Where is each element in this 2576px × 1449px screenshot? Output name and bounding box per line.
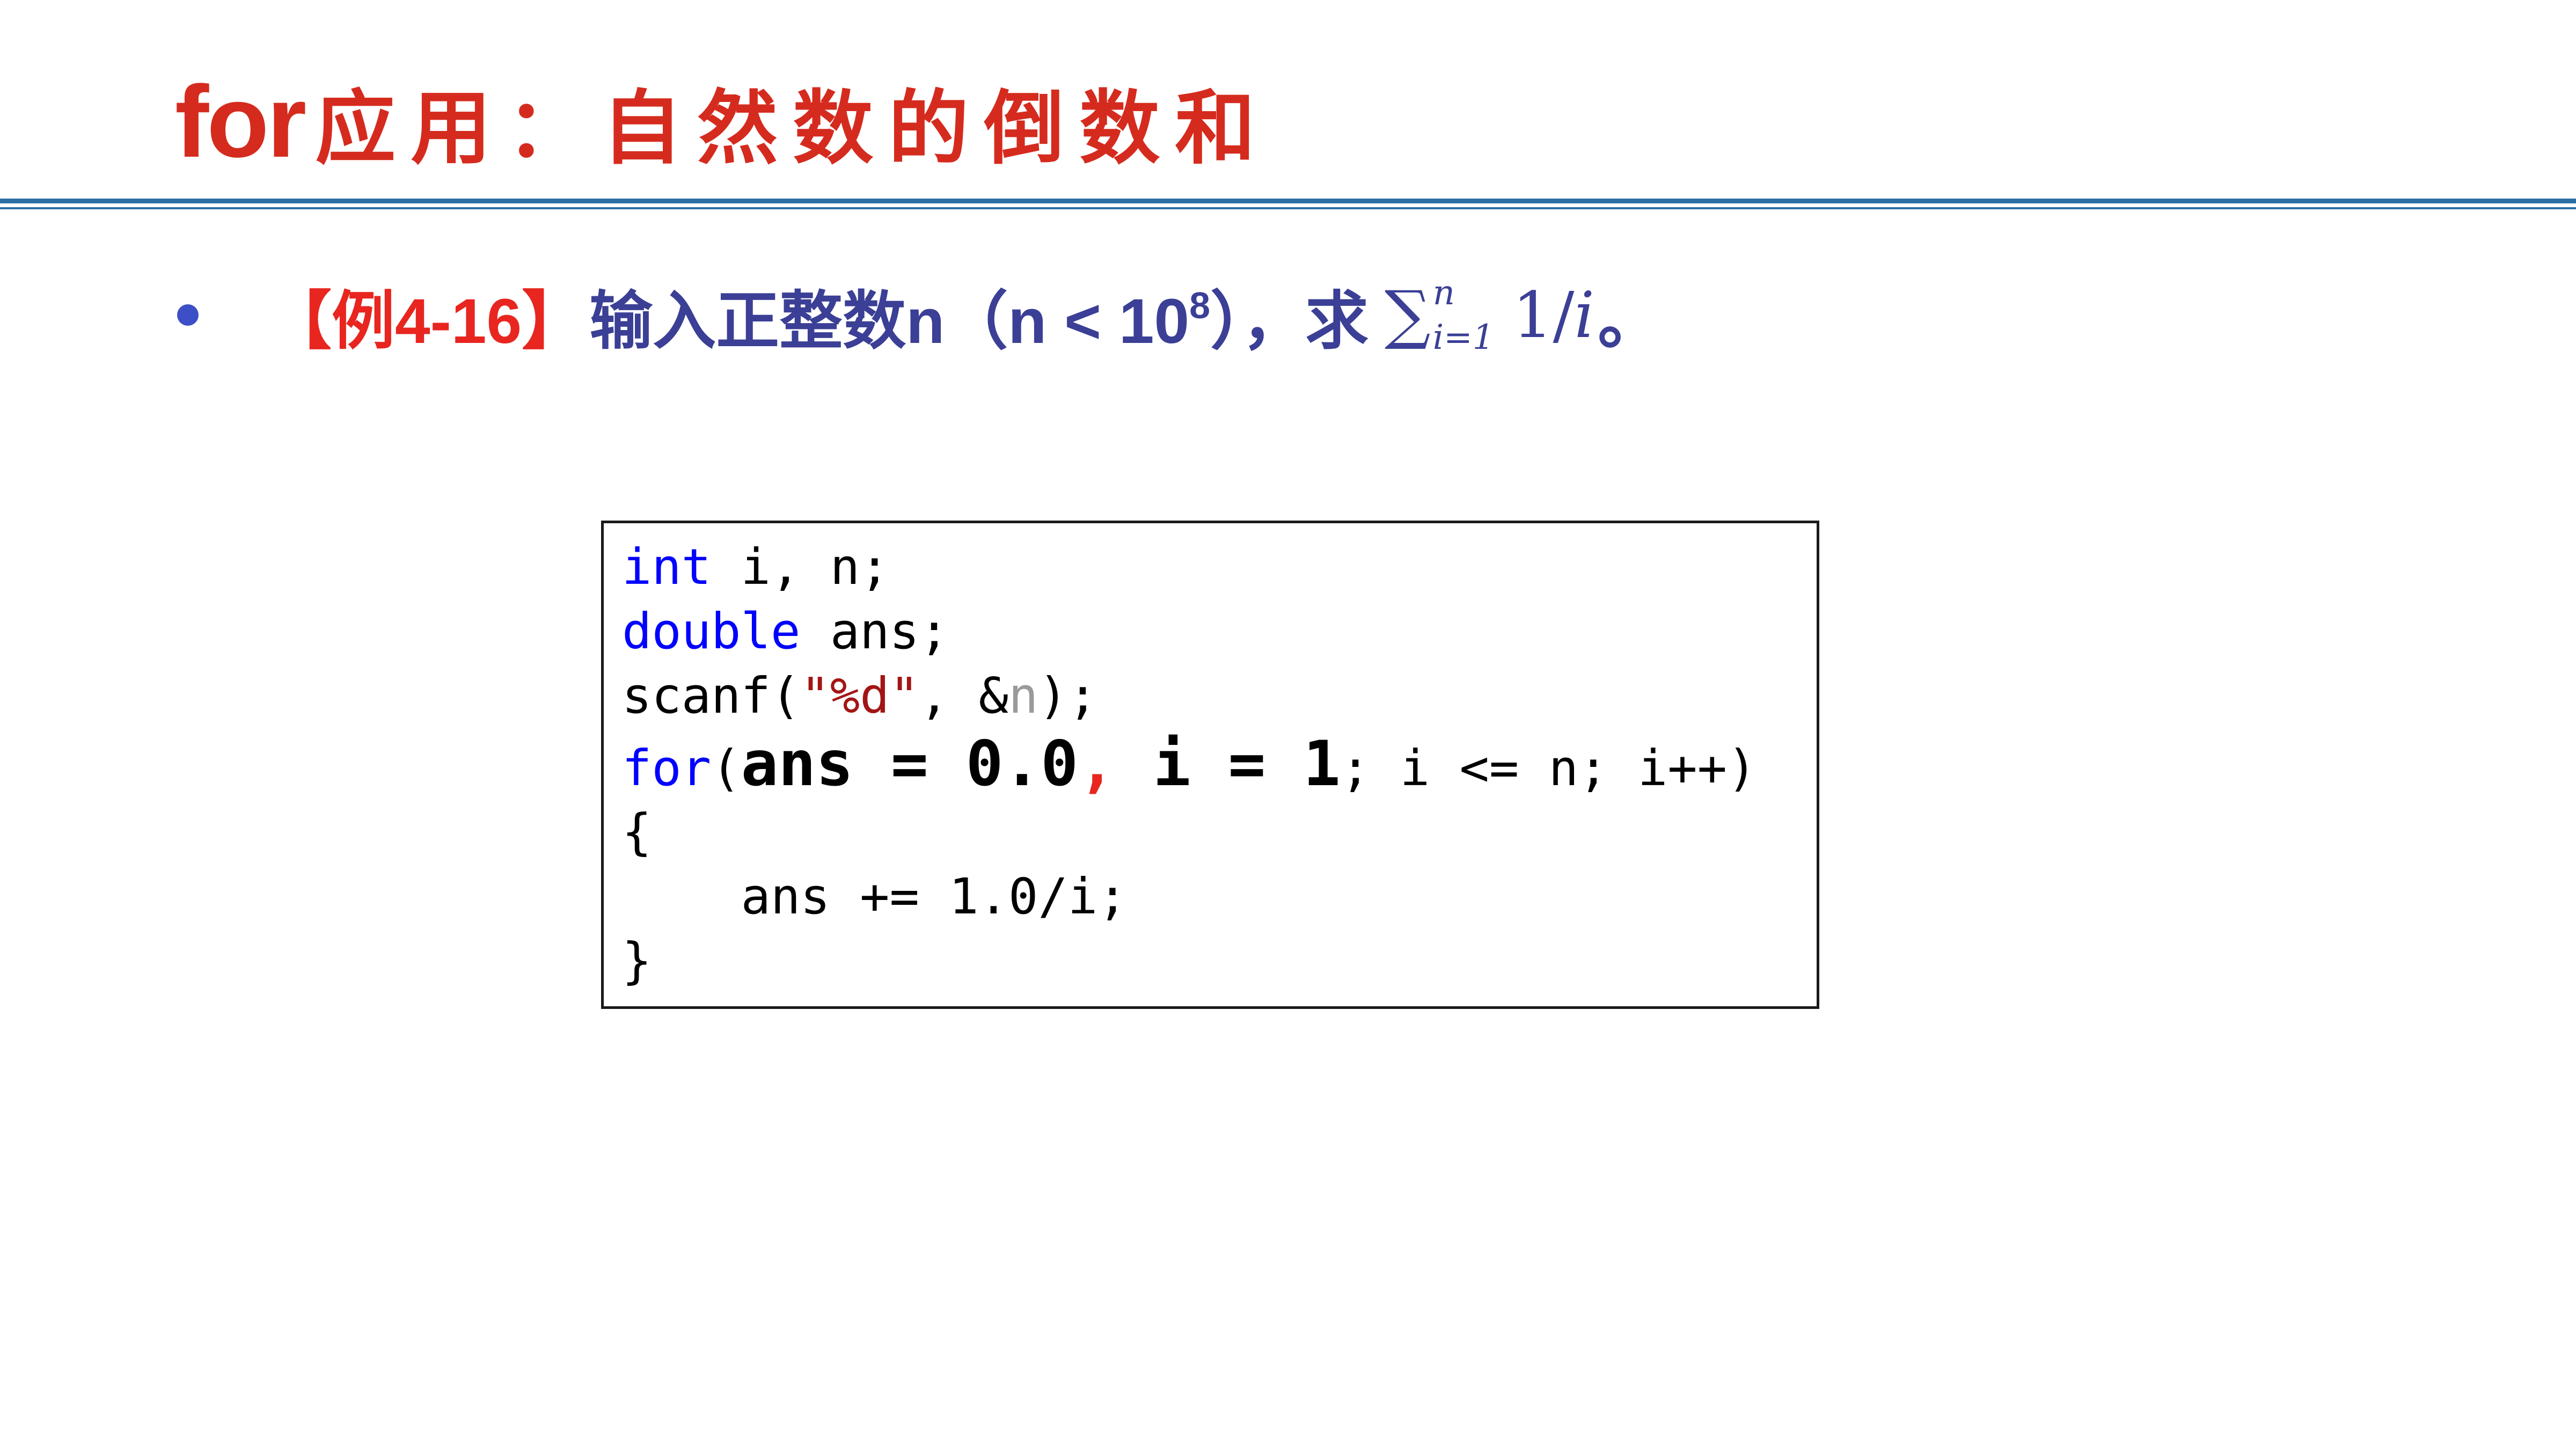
sum-formula: ∑ n i=1 1/i (1385, 275, 1595, 355)
code-text: i, n; (711, 538, 890, 596)
problem-text-before: 输入正整数n（n < 10 (589, 286, 1190, 357)
example-tag: 【例4-16】 (268, 286, 586, 357)
code-init-i: i = 1 (1115, 728, 1341, 800)
bullet-dot-icon (177, 304, 199, 326)
code-line-3: scanf("%d", &n); (622, 664, 1817, 728)
sum-upper-limit: n (1432, 273, 1455, 313)
code-line-4: for(ans = 0.0, i = 1; i <= n; i++) (622, 728, 1817, 800)
problem-exponent: 8 (1189, 284, 1211, 326)
bullet-item: 【例4-16】 输入正整数n（n < 108），求 ∑ n i=1 1/i 。 (177, 275, 1661, 357)
header-rule-thin (0, 207, 2576, 209)
sum-limits: n i=1 (1433, 275, 1495, 355)
code-line-6: ans += 1.0/i; (622, 868, 1128, 925)
sigma-symbol: ∑ (1385, 277, 1431, 352)
keyword-int: int (622, 538, 712, 596)
code-text: ); (1038, 667, 1098, 724)
code-text: ( (711, 740, 741, 797)
problem-tail: 。 (1598, 286, 1662, 357)
code-text: , & (919, 667, 1009, 724)
problem-text-after: ），求 (1210, 286, 1369, 357)
code-block: int i, n; double ans; scanf("%d", &n); f… (601, 521, 1819, 1009)
sum-lower-limit: i=1 (1432, 318, 1495, 357)
title-main: 应用：自然数的倒数和 (315, 81, 1271, 175)
code-line-2: double ans; (622, 599, 1817, 664)
code-variable-n: n (1008, 667, 1038, 724)
sum-expression-var: i (1574, 278, 1595, 352)
code-line-5: { (622, 803, 652, 861)
title-prefix: for (175, 65, 306, 179)
problem-text: 输入正整数n（n < 108），求 (589, 269, 1368, 361)
code-text: ans; (800, 603, 949, 660)
code-line-7: } (622, 932, 652, 990)
keyword-for: for (622, 740, 712, 797)
code-line-1: int i, n; (622, 535, 1817, 599)
sum-expression: 1/i (1513, 278, 1595, 352)
keyword-double: double (622, 603, 801, 660)
code-text: ; i <= n; i++) (1340, 740, 1757, 797)
code-init-ans: ans = 0.0 (741, 728, 1079, 800)
comma-operator: , (1078, 728, 1116, 800)
header-rule-thick (0, 199, 2576, 203)
page-title: for 应用：自然数的倒数和 (175, 60, 1270, 173)
string-literal: "%d" (800, 667, 919, 724)
sum-expression-num: 1/ (1512, 278, 1575, 352)
code-text: scanf( (622, 667, 801, 724)
slide: for 应用：自然数的倒数和 【例4-16】 输入正整数n（n < 108），求… (0, 0, 2576, 1449)
